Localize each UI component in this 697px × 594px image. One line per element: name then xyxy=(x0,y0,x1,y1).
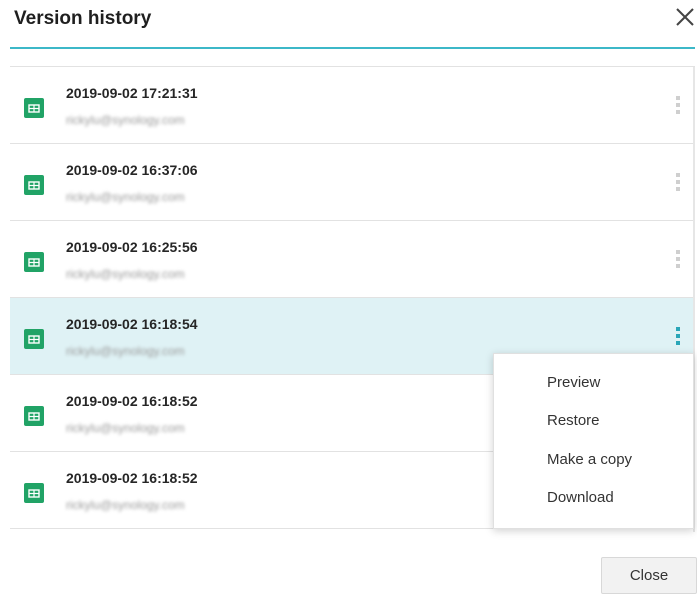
menu-item-preview[interactable]: Preview xyxy=(494,364,693,402)
dialog-header: Version history xyxy=(0,0,697,50)
more-vertical-icon[interactable] xyxy=(674,96,682,118)
version-timestamp: 2019-09-02 16:25:56 xyxy=(66,239,198,255)
menu-item-make-copy[interactable]: Make a copy xyxy=(494,441,693,479)
more-vertical-icon[interactable] xyxy=(674,250,682,272)
version-user: rickylu@synology.com xyxy=(66,113,185,127)
version-user: rickylu@synology.com xyxy=(66,190,185,204)
dialog-title: Version history xyxy=(14,8,152,29)
version-row[interactable]: 2019-09-02 16:25:56 rickylu@synology.com xyxy=(10,221,693,298)
menu-item-label: Restore xyxy=(547,412,600,429)
more-vertical-icon[interactable] xyxy=(674,173,682,195)
menu-item-restore[interactable]: Restore xyxy=(494,402,693,440)
version-row[interactable]: 2019-09-02 16:37:06 rickylu@synology.com xyxy=(10,144,693,221)
version-timestamp: 2019-09-02 16:18:52 xyxy=(66,470,198,486)
menu-item-download[interactable]: Download xyxy=(494,479,693,517)
spreadsheet-icon xyxy=(24,406,44,426)
version-context-menu: Preview Restore Make a copy Download xyxy=(493,353,694,529)
version-timestamp: 2019-09-02 17:21:31 xyxy=(66,85,198,101)
spreadsheet-icon xyxy=(24,98,44,118)
menu-item-label: Preview xyxy=(547,374,601,391)
more-vertical-icon[interactable] xyxy=(674,327,682,349)
spreadsheet-icon xyxy=(24,483,44,503)
spreadsheet-icon xyxy=(24,252,44,272)
close-icon[interactable] xyxy=(674,6,696,28)
version-user: rickylu@synology.com xyxy=(66,498,185,512)
close-button[interactable]: Close xyxy=(601,557,697,594)
version-timestamp: 2019-09-02 16:18:52 xyxy=(66,393,198,409)
header-divider xyxy=(10,47,695,49)
version-user: rickylu@synology.com xyxy=(66,421,185,435)
spreadsheet-icon xyxy=(24,329,44,349)
spreadsheet-icon xyxy=(24,175,44,195)
version-timestamp: 2019-09-02 16:37:06 xyxy=(66,162,198,178)
version-user: rickylu@synology.com xyxy=(66,344,185,358)
version-timestamp: 2019-09-02 16:18:54 xyxy=(66,316,198,332)
menu-item-label: Make a copy xyxy=(547,451,633,468)
version-row[interactable]: 2019-09-02 17:21:31 rickylu@synology.com xyxy=(10,67,693,144)
menu-item-label: Download xyxy=(547,489,614,506)
version-user: rickylu@synology.com xyxy=(66,267,185,281)
